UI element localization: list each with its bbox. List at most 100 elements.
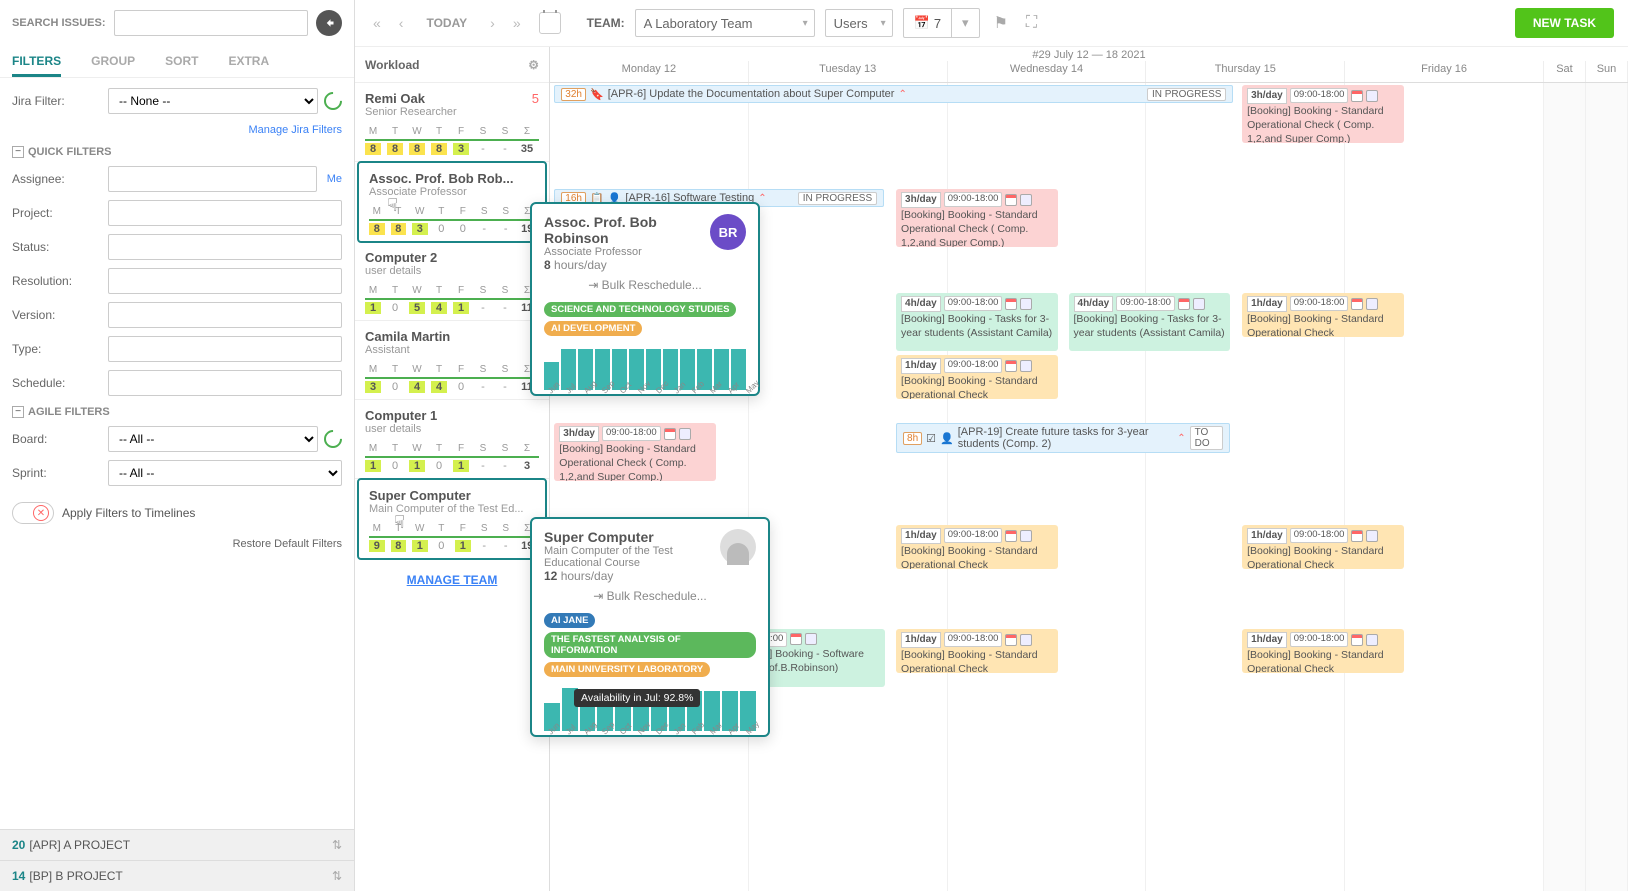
board-select[interactable]: -- All -- xyxy=(108,426,318,452)
chevron-down-icon[interactable]: ▾ xyxy=(951,9,979,37)
tab-sort[interactable]: SORT xyxy=(165,46,198,77)
calendar-icon xyxy=(1351,530,1363,542)
nav-last-icon[interactable]: » xyxy=(509,11,525,35)
type-input[interactable] xyxy=(108,336,342,362)
quick-filters-title: QUICK FILTERS xyxy=(28,146,112,158)
bulk-reschedule-link[interactable]: ⇥ Bulk Reschedule... xyxy=(544,583,756,609)
booking-card[interactable]: 3h/day09:00-18:00 [Booking] Booking - St… xyxy=(1242,85,1404,143)
status-input[interactable] xyxy=(108,234,342,260)
manage-team-link[interactable]: MANAGE TEAM xyxy=(407,573,498,587)
sidebar: SEARCH ISSUES: FILTERS GROUP SORT EXTRA … xyxy=(0,0,355,891)
priority-icon: ⌃ xyxy=(1177,433,1185,444)
calendar-jump-icon[interactable] xyxy=(539,12,561,34)
resolution-input[interactable] xyxy=(108,268,342,294)
day-header: Tuesday 13 xyxy=(749,61,948,82)
booking-card[interactable]: 1h/day09:00-18:00 [Booking] Booking - St… xyxy=(896,355,1058,399)
sort-handle-icon[interactable]: ⇅ xyxy=(332,838,342,852)
grid-icon xyxy=(1193,298,1205,310)
manage-jira-filters-link[interactable]: Manage Jira Filters xyxy=(248,124,342,136)
users-select[interactable]: Users xyxy=(825,9,893,37)
sort-handle-icon[interactable]: ⇅ xyxy=(332,869,342,883)
sprint-select[interactable]: -- All -- xyxy=(108,460,342,486)
sprint-label: Sprint: xyxy=(12,466,102,480)
gear-icon[interactable]: ⚙ xyxy=(528,58,539,72)
tab-group[interactable]: GROUP xyxy=(91,46,135,77)
project-row-a[interactable]: 20[APR] A PROJECT ⇅ xyxy=(0,829,354,860)
jira-filter-select[interactable]: -- None -- xyxy=(108,88,318,114)
popover-bob: Assoc. Prof. Bob Robinson Associate Prof… xyxy=(530,202,760,396)
resource-comp1[interactable]: Computer 1 user details MTWTFSSΣ 10101--… xyxy=(355,400,549,479)
nav-first-icon[interactable]: « xyxy=(369,11,385,35)
tag: AI JANE xyxy=(544,613,595,628)
flag-icon[interactable]: ⚑ xyxy=(990,9,1012,37)
version-input[interactable] xyxy=(108,302,342,328)
calendar-icon xyxy=(664,428,676,440)
nav-next-icon[interactable]: › xyxy=(486,11,499,35)
fullscreen-icon[interactable]: ⛶ xyxy=(1022,10,1041,36)
tag: MAIN UNIVERSITY LABORATORY xyxy=(544,662,710,677)
bulk-reschedule-link[interactable]: ⇥ Bulk Reschedule... xyxy=(544,272,746,298)
toolbar: « ‹ TODAY › » TEAM: A Laboratory Team Us… xyxy=(355,0,1628,47)
calendar-icon xyxy=(790,633,802,645)
assignee-input[interactable] xyxy=(108,166,317,192)
booking-card[interactable]: 1h/day09:00-18:00 [Booking] Booking - St… xyxy=(1242,629,1404,673)
grid-icon xyxy=(1020,194,1032,206)
calendar-icon xyxy=(1005,298,1017,310)
toggle-off-icon: ✕ xyxy=(33,505,49,521)
resource-bob[interactable]: Assoc. Prof. Bob Rob... Associate Profes… xyxy=(357,161,547,243)
arrow-left-icon xyxy=(323,17,335,29)
bookmark-icon: 🔖 xyxy=(590,88,604,101)
task-apr19[interactable]: 8h☑👤 [APR-19] Create future tasks for 3-… xyxy=(896,423,1230,453)
booking-card[interactable]: 3h/day09:00-18:00 [Booking] Booking - St… xyxy=(554,423,716,481)
type-label: Type: xyxy=(12,342,102,356)
popover-super: Super Computer Main Computer of the Test… xyxy=(530,517,770,737)
assignee-me-link[interactable]: Me xyxy=(327,173,342,185)
week-range-split[interactable]: 📅7 ▾ xyxy=(903,8,980,38)
grid-icon xyxy=(805,633,817,645)
grid-icon xyxy=(1020,360,1032,372)
resource-remi[interactable]: Remi Oak5 Senior Researcher MTWTFSSΣ 888… xyxy=(355,83,549,162)
project-input[interactable] xyxy=(108,200,342,226)
jira-filter-label: Jira Filter: xyxy=(12,94,102,108)
resource-comp2[interactable]: Computer 2 user details MTWTFSSΣ 10541--… xyxy=(355,242,549,321)
search-input[interactable] xyxy=(114,10,308,36)
today-button[interactable]: TODAY xyxy=(417,11,476,35)
booking-card[interactable]: 3h/day09:00-18:00 [Booking] Booking - St… xyxy=(896,189,1058,247)
reschedule-icon: ⇥ xyxy=(588,278,598,292)
avatar xyxy=(720,529,756,565)
tab-extra[interactable]: EXTRA xyxy=(228,46,269,77)
booking-card[interactable]: 1h/day09:00-18:00 [Booking] Booking - St… xyxy=(896,629,1058,673)
grid-icon xyxy=(1020,530,1032,542)
agile-filters-title: AGILE FILTERS xyxy=(28,406,110,418)
calendar-icon xyxy=(1005,360,1017,372)
booking-card[interactable]: 1h/day09:00-18:00 [Booking] Booking - St… xyxy=(1242,293,1404,337)
day-header: Sat xyxy=(1544,61,1586,82)
tab-filters[interactable]: FILTERS xyxy=(12,46,61,77)
resource-camila[interactable]: Camila Martin0 Assistant MTWTFSSΣ 30440-… xyxy=(355,321,549,400)
nav-prev-icon[interactable]: ‹ xyxy=(395,11,408,35)
schedule-input[interactable] xyxy=(108,370,342,396)
task-apr6[interactable]: 32h🔖 [APR-6] Update the Documentation ab… xyxy=(554,85,1233,103)
resource-super[interactable]: Super Computer Main Computer of the Test… xyxy=(357,478,547,560)
restore-default-filters-link[interactable]: Restore Default Filters xyxy=(12,532,342,560)
booking-card[interactable]: 4h/day09:00-18:00 [Booking] Booking - Ta… xyxy=(1069,293,1231,351)
apply-filters-toggle[interactable]: ✕ xyxy=(12,502,54,524)
day-header: Thursday 15 xyxy=(1146,61,1345,82)
project-label: Project: xyxy=(12,206,102,220)
team-select[interactable]: A Laboratory Team xyxy=(635,9,815,37)
refresh-board-icon[interactable] xyxy=(320,426,345,451)
refresh-icon[interactable] xyxy=(320,88,345,113)
new-task-button[interactable]: NEW TASK xyxy=(1515,8,1614,38)
booking-card[interactable]: 4h/day09:00-18:00 [Booking] Booking - Ta… xyxy=(896,293,1058,351)
search-go-button[interactable] xyxy=(316,10,342,36)
filter-tabs: FILTERS GROUP SORT EXTRA xyxy=(0,46,354,78)
reschedule-icon: ⇥ xyxy=(593,589,603,603)
calendar-icon xyxy=(1005,530,1017,542)
collapse-agile-filters-icon[interactable]: − xyxy=(12,406,24,418)
collapse-quick-filters-icon[interactable]: − xyxy=(12,146,24,158)
project-row-b[interactable]: 14[BP] B PROJECT ⇅ xyxy=(0,860,354,891)
booking-card[interactable]: 1h/day09:00-18:00 [Booking] Booking - St… xyxy=(1242,525,1404,569)
calendar-icon xyxy=(1351,634,1363,646)
booking-card[interactable]: 1h/day09:00-18:00 [Booking] Booking - St… xyxy=(896,525,1058,569)
apply-filters-label: Apply Filters to Timelines xyxy=(62,506,195,520)
